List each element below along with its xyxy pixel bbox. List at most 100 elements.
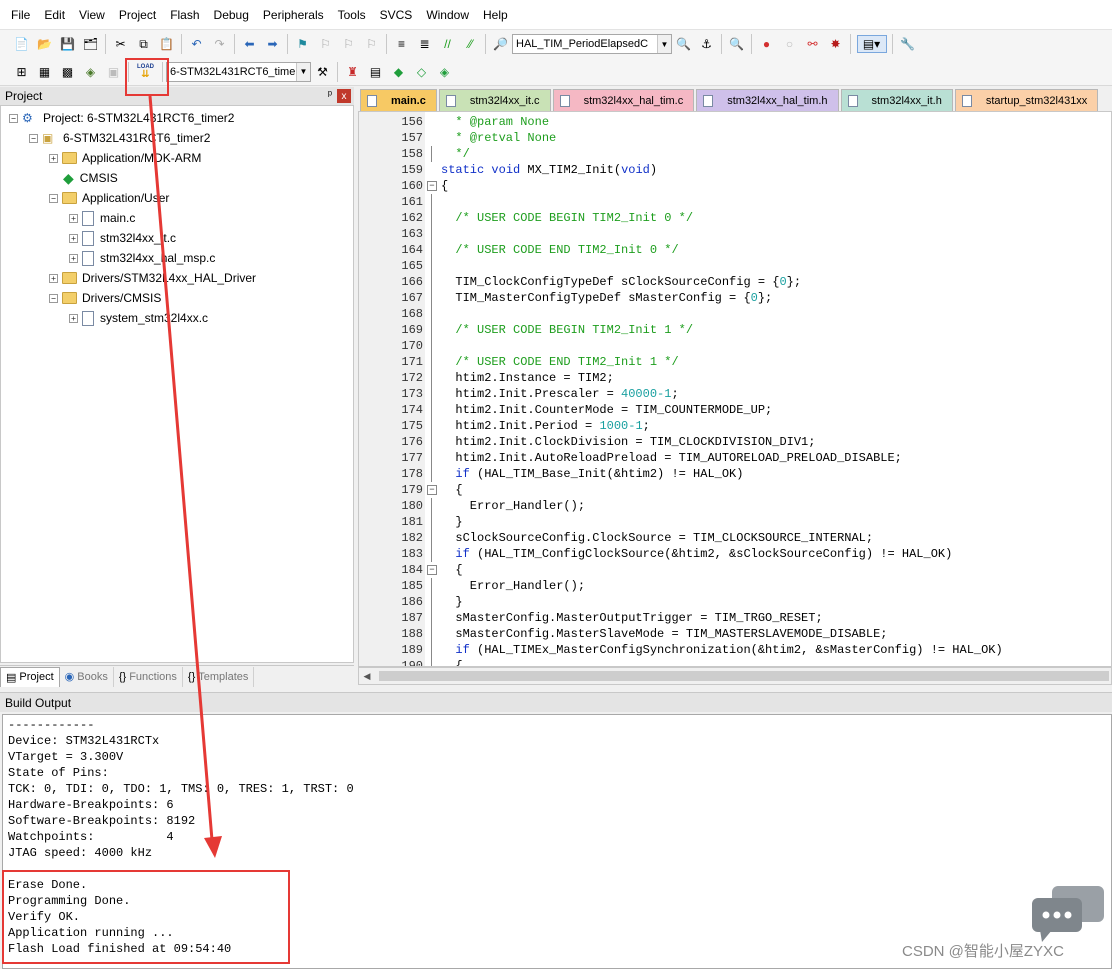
menu-item-help[interactable]: Help [476,0,515,30]
tree-item-target[interactable]: − ▣ 6-STM32L431RCT6_timer2 [29,128,210,148]
tab-books[interactable]: ◉ Books [60,666,114,687]
collapse-icon[interactable]: − [9,113,18,123]
tree-item-file-msp[interactable]: + stm32l4xx_hal_msp.c [69,248,215,268]
code-line[interactable]: 190 { [359,658,1111,666]
tab-main-c[interactable]: main.c [360,89,437,111]
code-line[interactable]: 158 */ [359,146,1111,162]
expand-icon[interactable]: + [49,153,58,163]
code-line[interactable]: 176 htim2.Init.ClockDivision = TIM_CLOCK… [359,434,1111,450]
code-line[interactable]: 156 * @param None [359,114,1111,130]
collapse-icon[interactable]: − [49,193,58,203]
tree-item-file-main[interactable]: + main.c [69,208,135,228]
chevron-down-icon[interactable]: ▼ [657,35,671,53]
manage-components-icon[interactable]: ♜ [344,63,362,81]
save-all-icon[interactable]: 🗂 [82,35,100,53]
manage-rte-icon[interactable]: ◆ [390,63,408,81]
stop-build-icon[interactable]: ▣ [105,63,123,81]
nav-forward-icon[interactable]: ➡ [264,35,282,53]
configure-icon[interactable]: 🔧 [899,35,917,53]
code-line[interactable]: 160−{ [359,178,1111,194]
close-icon[interactable]: x [337,89,351,103]
expand-icon[interactable]: + [49,273,58,283]
code-line[interactable]: 161 [359,194,1111,210]
scrollbar-thumb[interactable] [379,671,1109,681]
select-packs-icon[interactable]: ◇ [413,63,431,81]
next-bookmark-icon[interactable]: ⚐ [340,35,358,53]
code-line[interactable]: 163 [359,226,1111,242]
clear-bookmarks-icon[interactable]: ⚐ [363,35,381,53]
code-line[interactable]: 159 static void MX_TIM2_Init(void) [359,162,1111,178]
code-line[interactable]: 172 htim2.Instance = TIM2; [359,370,1111,386]
code-line[interactable]: 180 Error_Handler(); [359,498,1111,514]
tab-functions[interactable]: {} Functions [114,666,183,687]
code-line[interactable]: 182 sClockSourceConfig.ClockSource = TIM… [359,530,1111,546]
chevron-down-icon[interactable]: ▼ [296,62,310,81]
find-in-files-icon[interactable]: 🔎 [492,35,510,53]
tree-item-group-mdk-arm[interactable]: + Application/MDK-ARM [49,148,201,168]
tab-hal-tim-c[interactable]: stm32l4xx_hal_tim.c [552,89,695,111]
code-line[interactable]: 185 Error_Handler(); [359,578,1111,594]
uncomment-icon[interactable]: ⁄⁄ [462,35,480,53]
code-line[interactable]: 167 TIM_MasterConfigTypeDef sMasterConfi… [359,290,1111,306]
comment-icon[interactable]: // [439,35,457,53]
code-line[interactable]: 171 /* USER CODE END TIM2_Init 1 */ [359,354,1111,370]
fold-collapse-icon[interactable]: − [427,181,437,191]
target-options-icon[interactable]: ⚒ [314,63,332,81]
incremental-find-icon[interactable]: ⚓ [698,35,716,53]
code-line[interactable]: 169 /* USER CODE BEGIN TIM2_Init 1 */ [359,322,1111,338]
code-line[interactable]: 183 if (HAL_TIM_ConfigClockSource(&htim2… [359,546,1111,562]
menu-item-peripherals[interactable]: Peripherals [256,0,331,30]
debug-start-icon[interactable]: 🔍 [728,35,746,53]
code-line[interactable]: 175 htim2.Init.Period = 1000-1; [359,418,1111,434]
tree-item-group-drivers-cmsis[interactable]: − Drivers/CMSIS [49,288,161,308]
pin-icon[interactable]: ᵖ [328,89,332,101]
menu-item-svcs[interactable]: SVCS [373,0,420,30]
expand-icon[interactable]: + [69,313,78,323]
code-line[interactable]: 177 htim2.Init.AutoReloadPreload = TIM_A… [359,450,1111,466]
menu-item-window[interactable]: Window [419,0,476,30]
new-file-icon[interactable]: 📄 [13,35,31,53]
breakpoint-kill-all-icon[interactable]: ✸ [827,35,845,53]
tab-hal-tim-h[interactable]: stm32l4xx_hal_tim.h [696,89,839,111]
tab-stm32l4xx-it-h[interactable]: stm32l4xx_it.h [840,89,953,111]
code-editor[interactable]: 156 * @param None 157 * @retval None 158 *… [358,111,1112,667]
open-file-icon[interactable]: 📂 [36,35,54,53]
expand-icon[interactable]: + [69,253,78,263]
code-line[interactable]: 164 /* USER CODE END TIM2_Init 0 */ [359,242,1111,258]
code-line[interactable]: 178 if (HAL_TIM_Base_Init(&htim2) != HAL… [359,466,1111,482]
editor-horizontal-scrollbar[interactable]: ◀ [358,667,1112,685]
fold-collapse-icon[interactable]: − [427,565,437,575]
scroll-left-icon[interactable]: ◀ [359,671,375,682]
tree-item-file-it[interactable]: + stm32l4xx_it.c [69,228,176,248]
find-icon[interactable]: 🔍 [675,35,693,53]
tree-item-cmsis[interactable]: ◆ CMSIS [63,168,118,188]
file-extensions-icon[interactable]: ▤ [367,63,385,81]
code-line[interactable]: 188 sMasterConfig.MasterSlaveMode = TIM_… [359,626,1111,642]
code-line[interactable]: 168 [359,306,1111,322]
code-line[interactable]: 186 } [359,594,1111,610]
tree-item-group-hal-driver[interactable]: + Drivers/STM32L4xx_HAL_Driver [49,268,256,288]
pack-installer-icon[interactable]: ◈ [436,63,454,81]
collapse-icon[interactable]: − [29,133,38,143]
code-line[interactable]: 181 } [359,514,1111,530]
code-line[interactable]: 165 [359,258,1111,274]
code-line[interactable]: 187 sMasterConfig.MasterOutputTrigger = … [359,610,1111,626]
tab-project[interactable]: ▤ Project [0,666,60,687]
copy-icon[interactable]: ⧉ [135,35,153,53]
code-line[interactable]: 166 TIM_ClockConfigTypeDef sClockSourceC… [359,274,1111,290]
menu-item-view[interactable]: View [72,0,112,30]
tab-stm32l4xx-it-c[interactable]: stm32l4xx_it.c [438,89,551,111]
collapse-icon[interactable]: − [49,293,58,303]
expand-icon[interactable]: + [69,213,78,223]
rebuild-icon[interactable]: ▩ [59,63,77,81]
code-line[interactable]: 170 [359,338,1111,354]
fold-collapse-icon[interactable]: − [427,485,437,495]
menu-item-file[interactable]: File [4,0,37,30]
breakpoint-insert-icon[interactable]: ● [758,35,776,53]
code-line[interactable]: 179− { [359,482,1111,498]
code-line[interactable]: 184− { [359,562,1111,578]
menu-item-project[interactable]: Project [112,0,163,30]
cut-icon[interactable]: ✂ [112,35,130,53]
unindent-icon[interactable]: ≣ [416,35,434,53]
tree-item-file-system[interactable]: + system_stm32l4xx.c [69,308,208,328]
